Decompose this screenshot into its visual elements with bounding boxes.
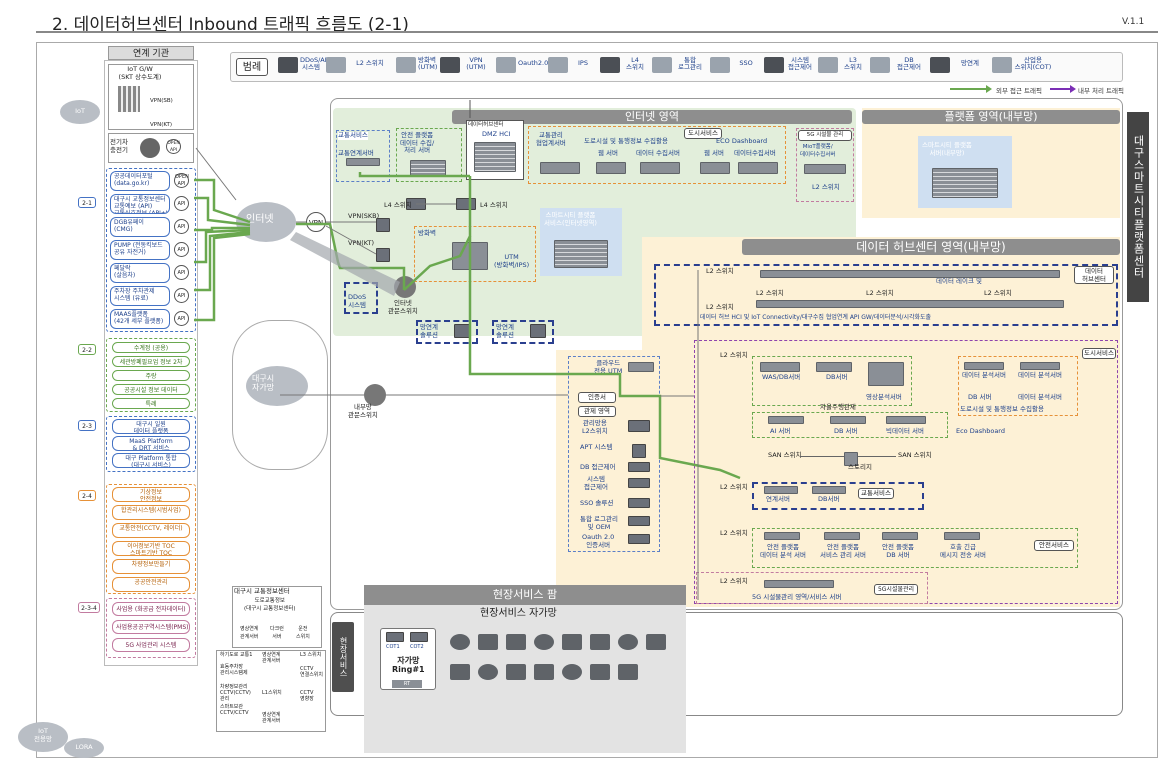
internet-beam — [290, 232, 400, 296]
grey-link-1 — [195, 147, 237, 201]
external-traffic-path — [194, 172, 741, 480]
ext-path-8 — [403, 176, 472, 291]
network-links — [194, 100, 741, 600]
ext-path-1 — [194, 178, 251, 224]
grey-links — [195, 147, 699, 600]
ext-path-11 — [358, 172, 470, 178]
ext-path-9 — [468, 236, 640, 398]
ext-path-10 — [640, 394, 741, 480]
ext-path-6 — [194, 232, 251, 322]
